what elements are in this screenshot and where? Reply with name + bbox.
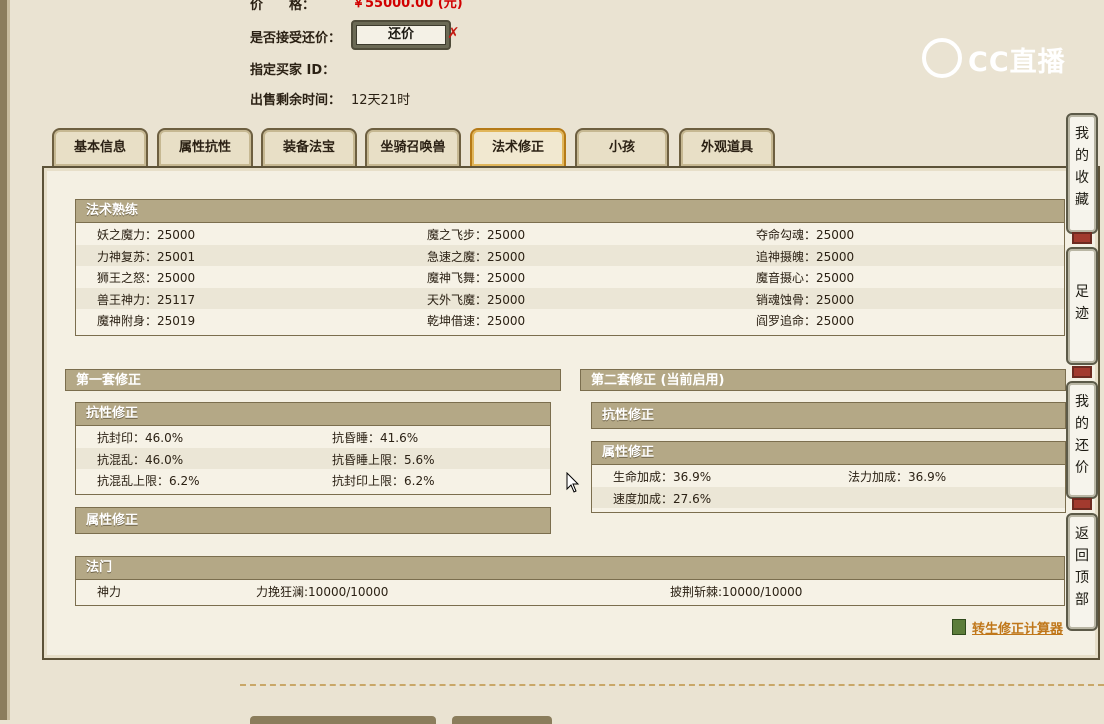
remaining-time-value: 12天21时: [351, 93, 411, 108]
table-row: 兽王神力：25117 天外飞魔：25000 销魂蚀骨：25000: [76, 287, 1064, 310]
side-char: 迹: [1075, 306, 1089, 322]
famen-cell: 力挽狂澜:10000/10000: [256, 585, 389, 599]
rebirth-calculator-link[interactable]: 转生修正计算器: [972, 618, 1063, 637]
price-value: ￥55000.00 (元): [352, 0, 463, 11]
set2-resist-title: 抗性修正: [592, 403, 1065, 428]
table-row: 神力 力挽狂澜:10000/10000 披荆斩棘:10000/10000: [76, 580, 1064, 602]
divider: [240, 684, 1104, 686]
close-icon[interactable]: ✗: [447, 24, 460, 42]
side-char: 还: [1075, 438, 1089, 454]
side-char: 返: [1075, 526, 1089, 542]
set1-attr-section: 属性修正: [75, 507, 551, 534]
attr-cell: 速度加成：27.6%: [613, 491, 712, 506]
resist-cell: 抗封印：46.0%: [97, 431, 184, 445]
mastery-cell: 力神复苏：25001: [97, 249, 196, 264]
mastery-cell: 妖之魔力：25000: [97, 228, 196, 242]
tab-basic-info[interactable]: 基本信息: [52, 128, 148, 166]
side-char: 足: [1075, 284, 1089, 300]
left-border-inner: [7, 0, 10, 720]
spell-mastery-title: 法术熟练: [76, 200, 1064, 223]
back-to-top-button[interactable]: 返 回 顶 部: [1066, 513, 1098, 631]
table-row: 抗封印：46.0% 抗昏睡：41.6%: [76, 426, 550, 448]
resist-cell: 抗混乱：46.0%: [97, 452, 184, 467]
table-row: 抗混乱：46.0% 抗昏睡上限：5.6%: [76, 447, 550, 470]
side-char: 藏: [1075, 192, 1089, 208]
mastery-cell: 急速之魔：25000: [427, 249, 526, 264]
resist-cell: 抗昏睡上限：5.6%: [332, 452, 435, 467]
famen-cell: 披荆斩棘:10000/10000: [670, 585, 803, 599]
tab-equipment[interactable]: 装备法宝: [261, 128, 357, 166]
counter-offer-button-label: 还价: [356, 25, 446, 45]
bottom-button[interactable]: [452, 716, 552, 724]
table-row: 生命加成：36.9% 法力加成：36.9%: [592, 465, 1065, 487]
mastery-cell: 乾坤借速：25000: [427, 314, 526, 329]
table-row: 抗混乱上限：6.2% 抗封印上限：6.2%: [76, 469, 550, 491]
side-char: 的: [1075, 148, 1089, 164]
mouse-cursor-icon: [566, 472, 580, 493]
side-connector: [1072, 366, 1092, 378]
side-char: 收: [1075, 170, 1089, 186]
set1-resist-title: 抗性修正: [76, 403, 550, 426]
my-favorites-button[interactable]: 我 的 收 藏: [1066, 113, 1098, 234]
mastery-cell: 夺命勾魂：25000: [756, 228, 855, 242]
side-char: 回: [1075, 548, 1089, 564]
table-row: 力神复苏：25001 急速之魔：25000 追神摄魄：25000: [76, 244, 1064, 267]
spell-mastery-section: 法术熟练 妖之魔力：25000 魔之飞步：25000 夺命勾魂：25000 力神…: [75, 199, 1065, 336]
mastery-cell: 兽王神力：25117: [97, 292, 196, 307]
tab-spell-correction[interactable]: 法术修正: [470, 128, 566, 166]
table-row: 狮王之怒：25000 魔神飞舞：25000 魔音摄心：25000: [76, 266, 1064, 288]
set2-resist-section: 抗性修正: [591, 402, 1066, 429]
set1-resist-section: 抗性修正 抗封印：46.0% 抗昏睡：41.6% 抗混乱：46.0% 抗昏睡上限…: [75, 402, 551, 495]
famen-section: 法门 神力 力挽狂澜:10000/10000 披荆斩棘:10000/10000: [75, 556, 1065, 606]
mastery-cell: 魔神飞舞：25000: [427, 271, 526, 286]
counter-offer-button[interactable]: 还价: [351, 20, 451, 50]
attr-cell: 生命加成：36.9%: [613, 470, 712, 484]
table-row: 速度加成：27.6%: [592, 486, 1065, 509]
calculator-icon[interactable]: [952, 619, 966, 635]
side-char: 部: [1075, 592, 1089, 608]
resist-cell: 抗昏睡：41.6%: [332, 431, 419, 445]
tab-child[interactable]: 小孩: [575, 128, 669, 166]
side-connector: [1072, 498, 1092, 510]
mastery-cell: 追神摄魄：25000: [756, 249, 855, 264]
tab-appearance-items[interactable]: 外观道具: [679, 128, 775, 166]
side-char: 我: [1075, 394, 1089, 410]
set1-attr-title: 属性修正: [76, 508, 550, 533]
side-char: 的: [1075, 416, 1089, 432]
tab-attributes-resistance[interactable]: 属性抗性: [157, 128, 253, 166]
counter-offer-label: 是否接受还价：: [250, 31, 342, 46]
side-char: 顶: [1075, 570, 1089, 586]
set2-attr-title: 属性修正: [592, 442, 1065, 465]
set1-title: 第一套修正: [65, 369, 561, 391]
attr-cell: 法力加成：36.9%: [848, 470, 947, 484]
mastery-cell: 阎罗追命：25000: [756, 314, 855, 329]
side-char: 我: [1075, 126, 1089, 142]
mastery-cell: 销魂蚀骨：25000: [756, 292, 855, 307]
cc-live-logo: CC直播: [922, 36, 1072, 80]
mastery-cell: 魔之飞步：25000: [427, 228, 526, 242]
cc-logo-icon: [922, 38, 962, 78]
price-label: 价 格：: [250, 0, 316, 13]
famen-title: 法门: [76, 557, 1064, 580]
resist-cell: 抗封印上限：6.2%: [332, 474, 435, 489]
tab-mounts-pets[interactable]: 坐骑召唤兽: [365, 128, 461, 166]
side-char: 价: [1075, 460, 1089, 476]
resist-cell: 抗混乱上限：6.2%: [97, 474, 200, 489]
famen-cell: 神力: [97, 585, 122, 599]
cc-logo-text: CC直播: [968, 47, 1066, 78]
table-row: 魔神附身：25019 乾坤借速：25000 阎罗追命：25000: [76, 309, 1064, 331]
side-connector: [1072, 232, 1092, 244]
my-counter-offers-button[interactable]: 我 的 还 价: [1066, 381, 1098, 499]
remaining-time-label: 出售剩余时间：: [250, 93, 342, 108]
mastery-cell: 魔神附身：25019: [97, 314, 196, 329]
footprint-button[interactable]: 足 迹: [1066, 247, 1098, 365]
set2-attr-section: 属性修正 生命加成：36.9% 法力加成：36.9% 速度加成：27.6%: [591, 441, 1066, 513]
set2-title: 第二套修正 (当前启用): [580, 369, 1066, 391]
bottom-button[interactable]: [250, 716, 436, 724]
mastery-cell: 天外飞魔：25000: [427, 292, 526, 307]
mastery-cell: 狮王之怒：25000: [97, 271, 196, 286]
buyer-id-label: 指定买家 ID：: [250, 63, 336, 78]
table-row: 妖之魔力：25000 魔之飞步：25000 夺命勾魂：25000: [76, 223, 1064, 245]
mastery-cell: 魔音摄心：25000: [756, 271, 855, 286]
